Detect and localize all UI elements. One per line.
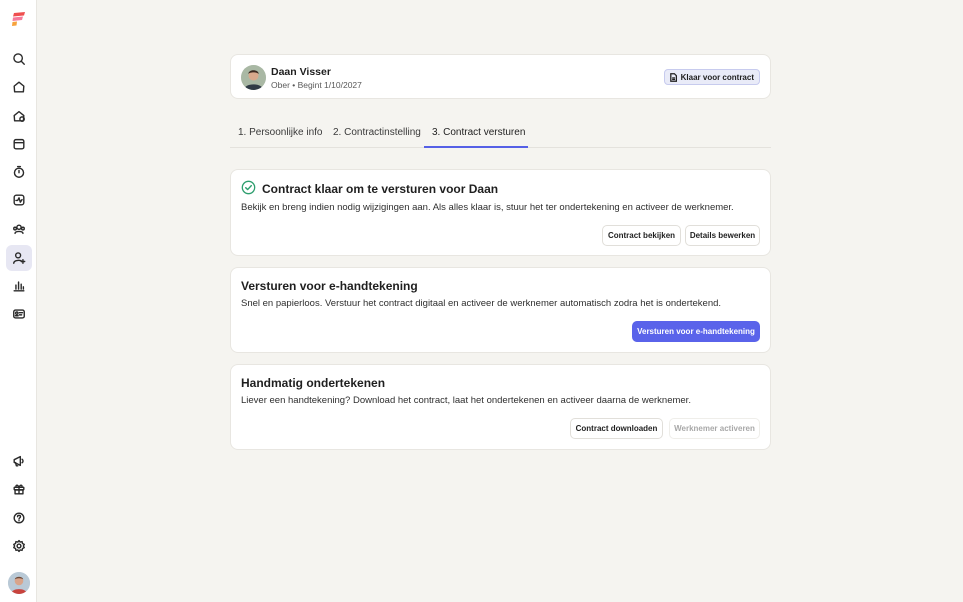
calendar-icon[interactable] — [6, 131, 32, 157]
sidebar — [0, 0, 37, 602]
app-logo-icon[interactable] — [11, 11, 27, 27]
avatar[interactable] — [8, 572, 30, 594]
employee-name: Daan Visser — [271, 66, 331, 78]
step-tabs: 1. Persoonlijke info 2. Contractinstelli… — [230, 120, 771, 148]
help-icon[interactable] — [6, 505, 32, 531]
home-icon[interactable] — [6, 74, 32, 100]
id-card-icon[interactable] — [6, 301, 32, 327]
employee-header: Daan Visser Ober • Begint 1/10/2027 Klaa… — [230, 54, 771, 99]
download-contract-button[interactable]: Contract downloaden — [570, 418, 663, 439]
document-icon — [669, 72, 677, 82]
view-contract-button[interactable]: Contract bekijken — [602, 225, 681, 246]
contract-ready-description: Bekijk en breng indien nodig wijzigingen… — [241, 202, 734, 213]
manual-sign-title: Handmatig ondertekenen — [241, 376, 386, 390]
edit-details-button[interactable]: Details bewerken — [685, 225, 760, 246]
check-circle-icon — [241, 180, 256, 195]
contract-ready-title: Contract klaar om te versturen voor Daan — [262, 182, 499, 196]
manual-sign-card: Handmatig ondertekenen Liever een handte… — [230, 364, 771, 450]
tab-contract-settings[interactable]: 2. Contractinstelling — [333, 127, 421, 147]
activate-employee-button[interactable]: Werknemer activeren — [669, 418, 760, 439]
activity-icon[interactable] — [6, 187, 32, 213]
team-icon[interactable] — [6, 216, 32, 242]
employee-subtitle: Ober • Begint 1/10/2027 — [271, 80, 362, 90]
gift-icon[interactable] — [6, 476, 32, 502]
esign-card: Versturen voor e-handtekening Snel en pa… — [230, 267, 771, 353]
tab-personal-info[interactable]: 1. Persoonlijke info — [238, 127, 323, 147]
contract-ready-card: Contract klaar om te versturen voor Daan… — [230, 169, 771, 256]
timeline-icon[interactable] — [6, 103, 32, 129]
status-badge-label: Klaar voor contract — [680, 72, 754, 82]
esign-title: Versturen voor e-handtekening — [241, 279, 418, 293]
megaphone-icon[interactable] — [6, 448, 32, 474]
send-esign-button[interactable]: Versturen voor e-handtekening — [632, 321, 760, 342]
chart-icon[interactable] — [6, 273, 32, 299]
settings-icon[interactable] — [6, 533, 32, 559]
manual-sign-description: Liever een handtekening? Download het co… — [241, 395, 691, 406]
search-icon[interactable] — [6, 46, 32, 72]
active-tab-indicator — [424, 146, 528, 148]
employee-avatar — [241, 65, 266, 90]
user-add-icon[interactable] — [6, 245, 32, 271]
status-badge: Klaar voor contract — [663, 69, 760, 85]
clock-icon[interactable] — [6, 159, 32, 185]
esign-description: Snel en papierloos. Verstuur het contrac… — [241, 298, 722, 309]
tab-send-contract[interactable]: 3. Contract versturen — [432, 127, 525, 147]
